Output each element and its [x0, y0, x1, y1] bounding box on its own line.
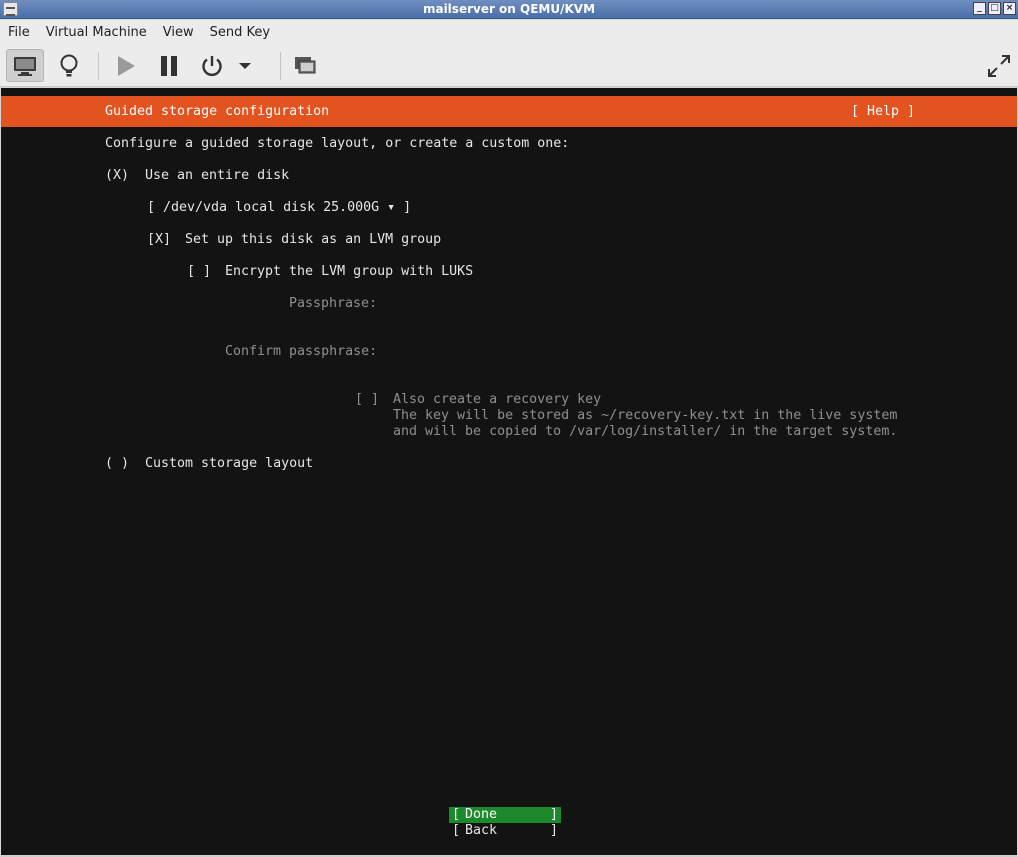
recovery-key-note: and will be copied to /var/log/installer… — [393, 424, 898, 439]
shutdown-menu-button[interactable] — [232, 49, 258, 82]
app-icon[interactable] — [3, 2, 18, 16]
luks-checkbox[interactable]: [ ] — [187, 264, 211, 280]
lvm-label: Set up this disk as an LVM group — [185, 232, 442, 247]
shutdown-button[interactable] — [193, 49, 231, 82]
pause-icon — [161, 55, 177, 76]
toolbar-separator — [280, 52, 281, 80]
disk-select[interactable]: [ /dev/vda local disk 25.000G ▾ ] — [147, 200, 411, 216]
help-button[interactable]: [ Help ] — [851, 104, 915, 120]
show-details-button[interactable] — [50, 49, 88, 82]
snapshots-button[interactable] — [286, 49, 324, 82]
recovery-key-checkbox[interactable]: [ ] — [355, 392, 379, 408]
installer-header: Guided storage configuration [ Help ] — [1, 96, 1017, 127]
display-icon — [14, 56, 36, 76]
back-button[interactable]: [ Back ] — [449, 823, 561, 839]
luks-label: Encrypt the LVM group with LUKS — [225, 264, 474, 279]
close-button[interactable]: × — [1003, 2, 1016, 15]
custom-layout-radio[interactable]: ( ) — [105, 456, 129, 472]
window-titlebar: mailserver on QEMU/KVM _ □ × — [0, 0, 1018, 19]
maximize-button[interactable]: □ — [988, 2, 1001, 15]
pause-button[interactable] — [150, 49, 188, 82]
toolbar-separator — [98, 52, 99, 80]
play-icon — [118, 55, 135, 76]
recovery-key-note: The key will be stored as ~/recovery-key… — [393, 408, 898, 423]
custom-layout-label: Custom storage layout — [145, 456, 314, 471]
vm-console[interactable]: Guided storage configuration [ Help ] Co… — [1, 88, 1017, 855]
entire-disk-label: Use an entire disk — [145, 168, 290, 183]
page-title: Guided storage configuration — [105, 104, 330, 119]
screens-icon — [295, 56, 316, 73]
lvm-checkbox[interactable]: [X] — [147, 232, 171, 248]
menu-file[interactable]: File — [8, 25, 30, 40]
run-button[interactable] — [107, 49, 145, 82]
power-icon — [202, 55, 222, 76]
toolbar — [0, 44, 1018, 87]
menu-view[interactable]: View — [163, 25, 194, 40]
fullscreen-icon — [988, 54, 1010, 77]
menubar: File Virtual Machine View Send Key — [0, 20, 1018, 44]
recovery-key-label: Also create a recovery key — [393, 392, 602, 407]
dropdown-arrow-icon — [239, 62, 251, 69]
back-label: Back — [465, 823, 498, 838]
passphrase-label: Passphrase: — [289, 296, 378, 311]
window-controls: _ □ × — [973, 2, 1016, 15]
menu-virtual-machine[interactable]: Virtual Machine — [46, 25, 147, 40]
menu-send-key[interactable]: Send Key — [210, 25, 270, 40]
window-title: mailserver on QEMU/KVM — [422, 2, 596, 16]
minimize-button[interactable]: _ — [973, 2, 986, 15]
confirm-passphrase-label: Confirm passphrase: — [225, 344, 378, 359]
fullscreen-button[interactable] — [980, 49, 1018, 82]
entire-disk-radio[interactable]: (X) — [105, 168, 129, 184]
intro-text: Configure a guided storage layout, or cr… — [105, 136, 570, 151]
show-console-button[interactable] — [6, 49, 44, 82]
bulb-icon — [60, 54, 78, 76]
done-button[interactable]: [ Done ] — [449, 807, 561, 823]
done-label: Done — [465, 807, 498, 822]
